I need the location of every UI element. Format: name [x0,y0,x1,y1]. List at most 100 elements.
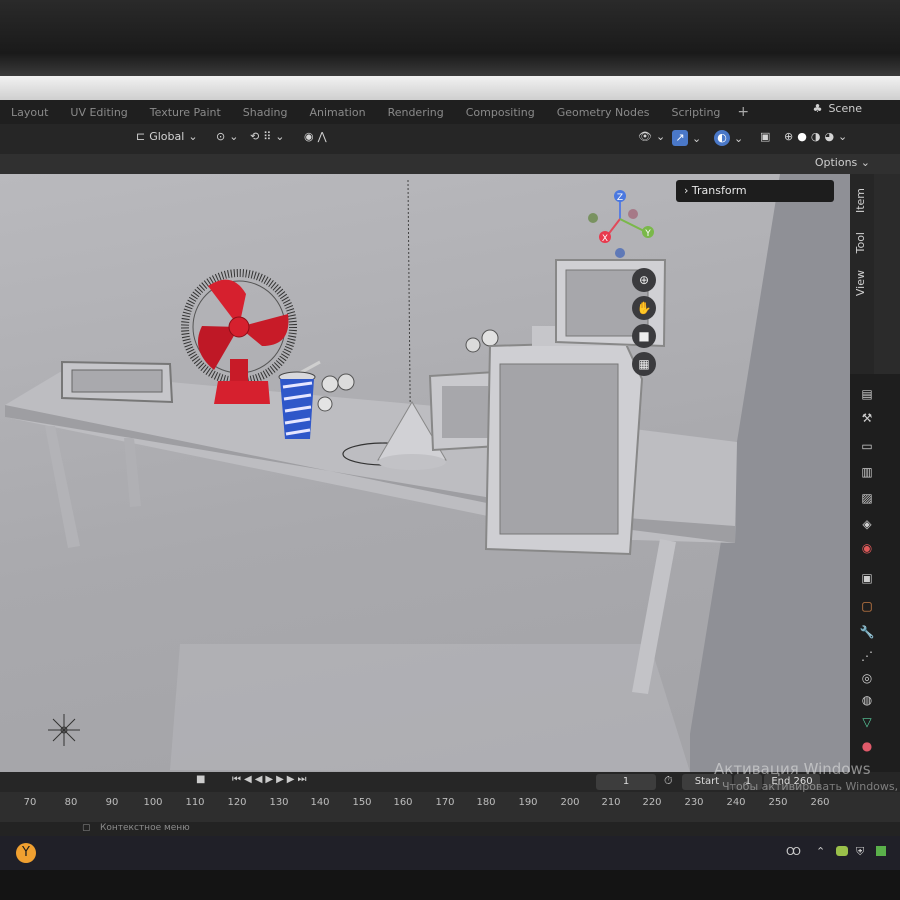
status-bar: ▢ Контекстное меню [0,822,900,836]
transform-panel-header[interactable]: › Transform [676,180,834,202]
constraints-icon[interactable]: ◍ [859,692,875,708]
ruler-tick: 260 [810,797,830,808]
physics-icon[interactable]: ◎ [859,670,875,686]
axis-gizmo[interactable]: Z X Y [588,190,654,258]
current-frame-field[interactable]: 1 [596,774,656,790]
blender-logo-icon[interactable]: Y [16,843,36,863]
editor-type-icon[interactable]: ▤ [859,386,875,402]
solid-shading-icon[interactable]: ● [797,130,807,143]
magnet-icon: ⟲ [250,130,260,143]
gizmo-toggle[interactable]: ↗ ⌄ [672,130,701,146]
tray-status-icon[interactable] [876,846,886,856]
user-icon[interactable]: Ꝏ [786,845,801,858]
status-text: Контекстное меню [100,823,190,833]
ruler-tick: 190 [518,797,538,808]
monitor-large-model [484,326,644,556]
output-properties-icon[interactable]: ▥ [859,464,875,480]
ruler-tick: 110 [185,797,205,808]
chevron-down-icon[interactable]: ⌄ [838,130,847,143]
scene-icon: ♣ [812,102,823,115]
scene-render: Z X Y [5,174,850,772]
tab-uv-editing[interactable]: UV Editing [59,106,138,119]
tab-scripting[interactable]: Scripting [660,106,731,119]
ruler-tick: 230 [684,797,704,808]
chevron-down-icon: ⌄ [655,130,666,143]
playback-controls[interactable]: ⏮◀◀▶▶▶⏭ [232,774,309,785]
tab-layout[interactable]: Layout [0,106,59,119]
xray-toggle[interactable]: ▣ [760,130,770,143]
windows-activation-watermark: Активация Windows [714,760,871,778]
radio-model [61,360,174,404]
ruler-tick: 210 [601,797,621,808]
tab-shading[interactable]: Shading [232,106,299,119]
add-workspace-button[interactable]: + [731,104,755,120]
snap-grid-icon: ⠿ [263,130,272,143]
tab-texture-paint[interactable]: Texture Paint [139,106,232,119]
collection-icon[interactable]: ▣ [859,570,875,586]
visibility-dropdown[interactable]: 👁 ⌄ [638,130,665,143]
rendered-shading-icon[interactable]: ◕ [824,130,834,143]
pivot-dropdown[interactable]: ⊙ ⌄ [216,130,238,143]
tab-animation[interactable]: Animation [298,106,376,119]
particles-icon[interactable]: ⋰ [859,648,875,664]
object-properties-icon[interactable]: ▢ [859,598,875,614]
tray-chevron-icon[interactable]: ⌃ [816,845,825,858]
sidebar-tab-item[interactable]: Item [854,188,867,213]
transform-orientation-dropdown[interactable]: ⊏ Global ⌄ [136,130,198,143]
light-object-icon[interactable] [48,714,80,746]
transform-panel-title: Transform [691,184,747,197]
tray-app-icon[interactable] [836,846,848,856]
axis-neg-y-icon[interactable] [588,213,598,223]
chevron-down-icon: ⌄ [692,131,702,145]
keyframe-icon[interactable]: ■ [196,774,205,785]
camera-icon[interactable]: ■ [632,324,656,348]
shield-icon[interactable]: ⛨ [856,845,864,859]
scene-properties-icon[interactable]: ◈ [859,516,875,532]
hand-pan-icon[interactable]: ✋ [632,296,656,320]
snap-toggle[interactable]: ⟲ ⠿ ⌄ [250,130,285,143]
wrench-icon[interactable]: 🔧 [859,624,875,640]
proportional-edit-toggle[interactable]: ◉ ⋀ [304,130,327,143]
ruler-tick: 220 [642,797,662,808]
ruler-tick: 160 [393,797,413,808]
chevron-down-icon: ⌄ [229,130,239,143]
options-dropdown[interactable]: Options ⌄ [815,156,870,169]
axis-y-label: Y [644,229,651,239]
axis-neg-z-icon[interactable] [615,248,625,258]
chevron-down-icon: ⌄ [188,130,198,143]
axis-z-label: Z [617,193,623,203]
sidebar-tab-tool[interactable]: Tool [854,232,867,253]
axis-neg-x-icon[interactable] [628,209,638,219]
tool-properties-icon[interactable]: ⚒ [859,410,875,426]
floor-shadow [170,644,690,772]
screen-glare [0,76,900,100]
current-frame-value: 1 [622,776,630,787]
world-properties-icon[interactable]: ◉ [859,540,875,556]
data-properties-icon[interactable]: ▽ [859,714,875,730]
overlay-icon: ◐ [714,130,730,146]
eye-icon: 👁 [638,130,652,143]
render-properties-icon[interactable]: ▭ [859,438,875,454]
tab-rendering[interactable]: Rendering [377,106,455,119]
view-layer-icon[interactable]: ▨ [859,490,875,506]
ruler-tick: 150 [352,797,372,808]
chevron-down-icon: ⌄ [275,130,285,143]
3d-viewport[interactable]: Z X Y ⊕ ✋ ■ ▦ [0,174,850,772]
tab-geometry-nodes[interactable]: Geometry Nodes [546,106,661,119]
tab-compositing[interactable]: Compositing [455,106,546,119]
clock-icon[interactable]: ⏱ [664,774,673,788]
wireframe-shading-icon[interactable]: ⊕ [784,130,793,143]
ruler-tick: 120 [227,797,247,808]
timeline-ruler[interactable]: 70 80 90 100 110 120 130 140 150 160 170… [0,792,900,814]
scene-selector[interactable]: ♣ Scene [813,102,862,115]
material-shading-icon[interactable]: ◑ [811,130,821,143]
ruler-tick: 70 [23,797,37,808]
blender-window: Layout UV Editing Texture Paint Shading … [0,76,900,870]
overlay-toggle[interactable]: ◐ ⌄ [714,130,743,146]
zoom-icon[interactable]: ⊕ [632,268,656,292]
desk-fan-model [181,269,297,404]
grid-icon[interactable]: ▦ [632,352,656,376]
material-properties-icon[interactable]: ● [859,738,875,754]
sidebar-tab-view[interactable]: View [854,270,867,296]
shading-modes: ⊕ ● ◑ ◕ ⌄ [784,130,847,143]
